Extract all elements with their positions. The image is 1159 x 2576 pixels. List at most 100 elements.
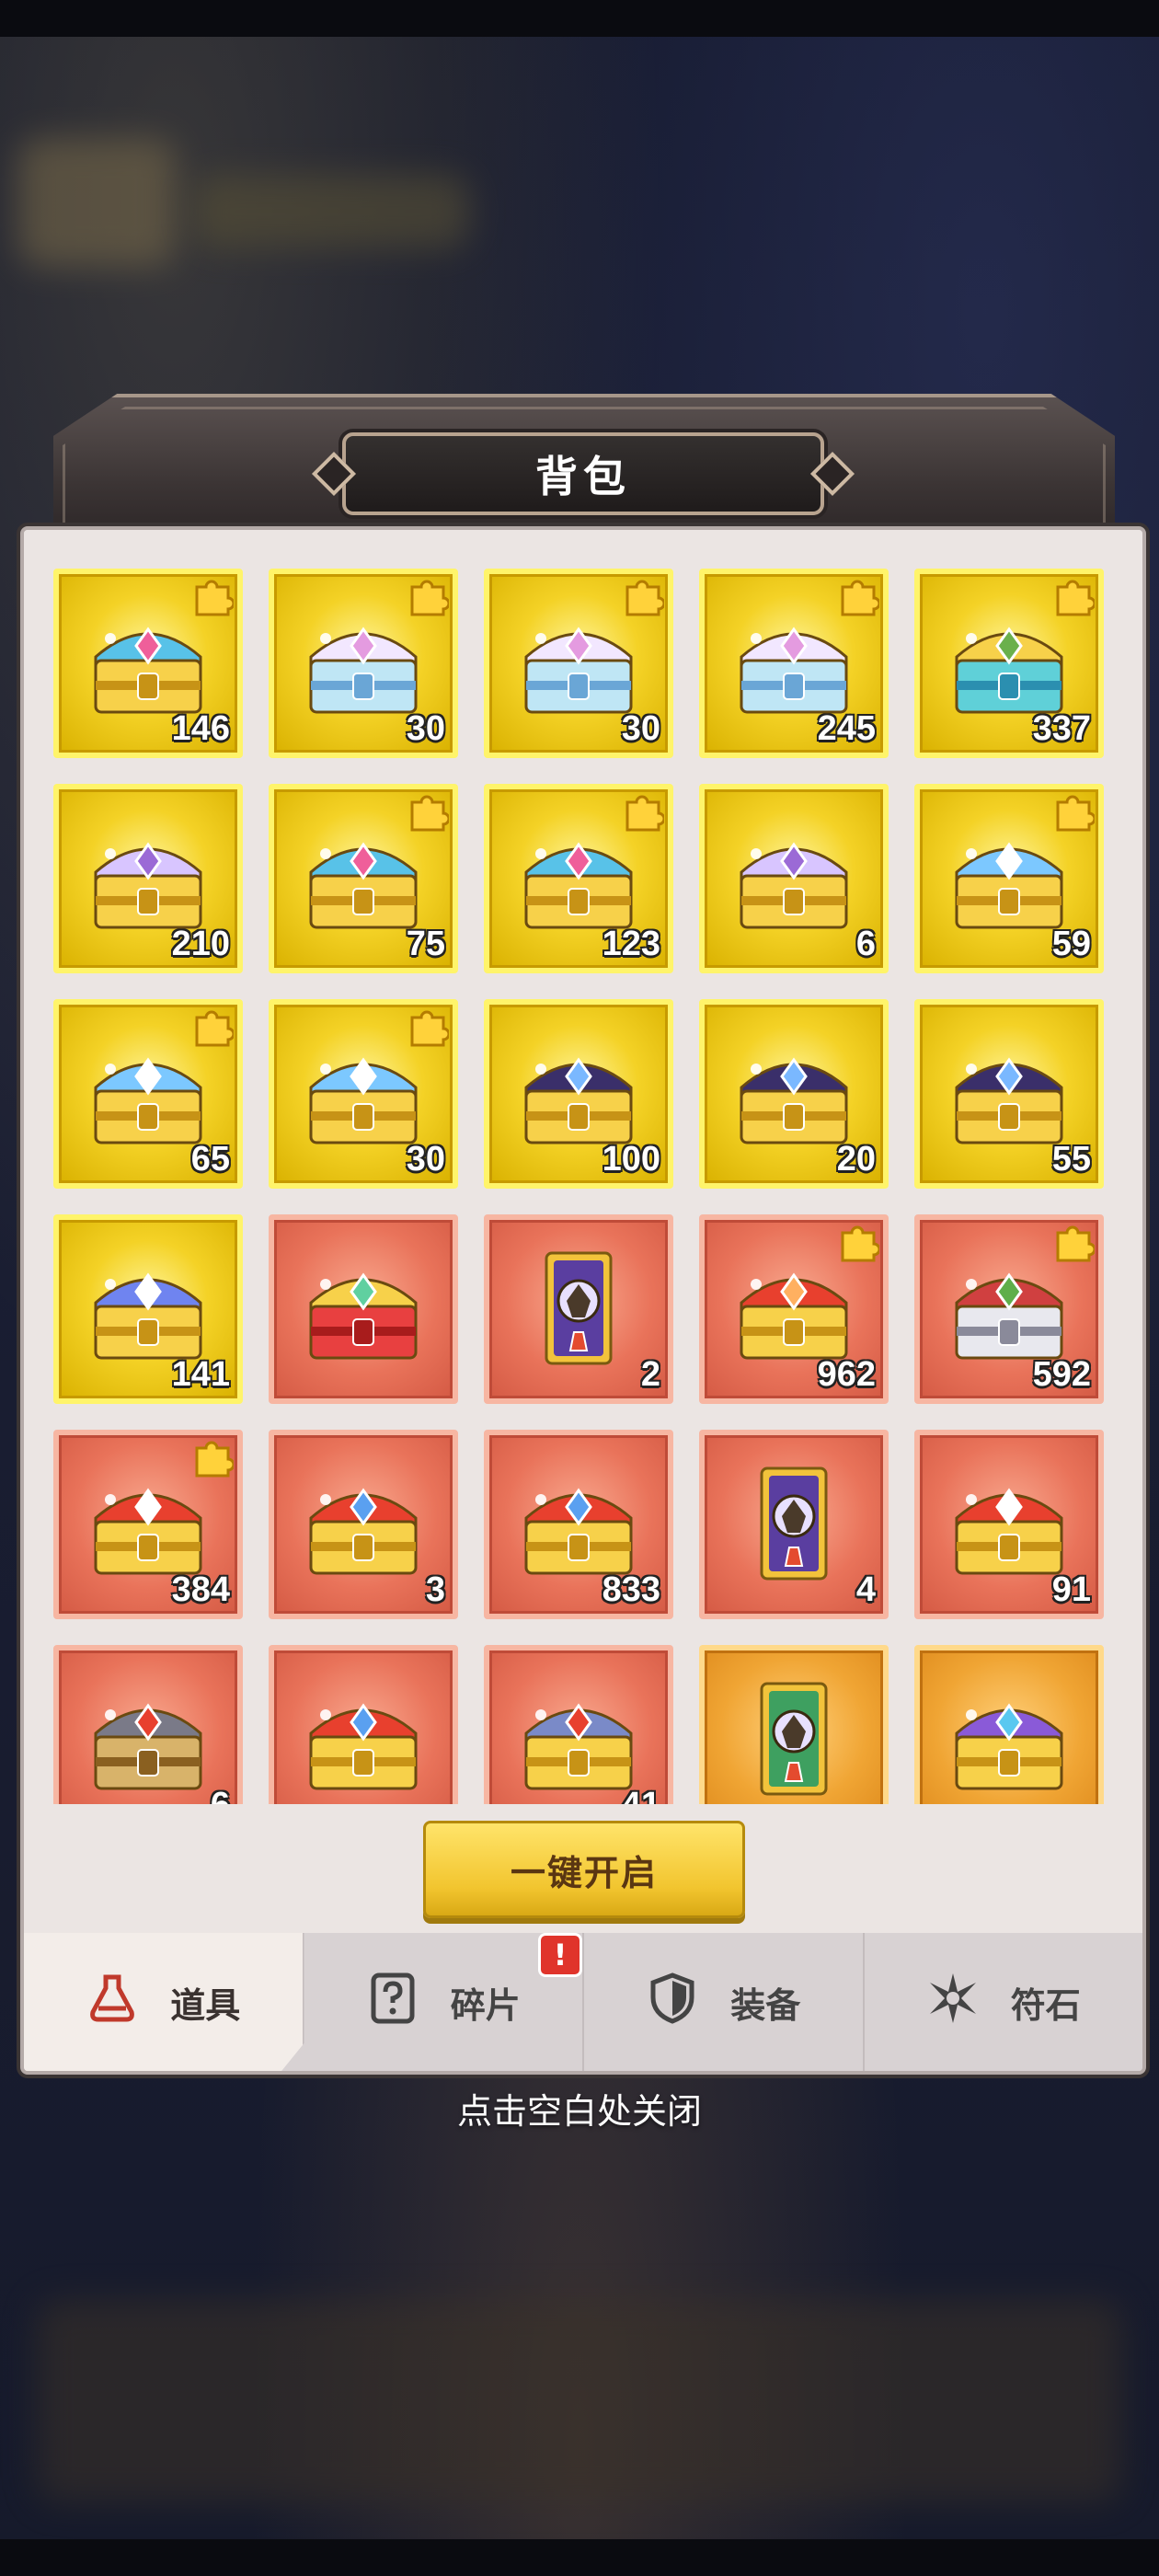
puzzle-piece-icon bbox=[410, 580, 449, 616]
item-grid-scroll[interactable]: 146 30 30 245 337 210 75 123 6 59 65 30 … bbox=[24, 530, 1142, 1804]
backpack-panel: 146 30 30 245 337 210 75 123 6 59 65 30 … bbox=[20, 526, 1146, 2075]
puzzle-piece-icon bbox=[625, 580, 664, 616]
red-crown-check-chest-icon bbox=[94, 1488, 202, 1575]
inventory-item[interactable]: 592 bbox=[914, 1214, 1104, 1404]
inventory-item[interactable]: 55 bbox=[914, 999, 1104, 1189]
inventory-item[interactable]: 30 bbox=[484, 569, 673, 758]
gold-pillar-chest-icon bbox=[309, 1488, 418, 1575]
item-count: 962 bbox=[817, 1355, 876, 1394]
item-count: 3 bbox=[425, 1570, 445, 1609]
close-hint: 点击空白处关闭 bbox=[456, 2091, 702, 2132]
inventory-item[interactable]: 210 bbox=[53, 784, 243, 973]
puzzle-piece-icon bbox=[195, 580, 234, 616]
puzzle-piece-icon bbox=[1056, 1225, 1095, 1262]
puzzle-piece-icon bbox=[195, 1010, 234, 1047]
item-count: 337 bbox=[1032, 709, 1091, 748]
puzzle-piece-icon bbox=[410, 795, 449, 832]
blurred-avatar bbox=[18, 138, 175, 267]
tab-items[interactable]: 道具 bbox=[24, 1933, 304, 2071]
star-red-chest-icon bbox=[955, 1488, 1063, 1575]
puzzle-piece-icon bbox=[841, 1225, 879, 1262]
inventory-item[interactable]: 30 bbox=[269, 569, 458, 758]
purple-crown-chest-icon bbox=[955, 1057, 1063, 1144]
tab-equipment[interactable]: 装备 bbox=[584, 1933, 865, 2071]
item-count: 100 bbox=[602, 1140, 660, 1179]
item-count: 41 bbox=[622, 1786, 660, 1804]
inventory-item[interactable]: 337 bbox=[914, 569, 1104, 758]
star-winged-chest-icon bbox=[309, 1057, 418, 1144]
tab-label: 道具 bbox=[170, 1984, 241, 2026]
item-count: 141 bbox=[171, 1355, 230, 1394]
inventory-item[interactable]: 91 bbox=[914, 1430, 1104, 1619]
crystal-blue-chest-icon bbox=[524, 627, 633, 714]
nav-bar bbox=[0, 2539, 1159, 2576]
item-count: 6 bbox=[855, 925, 876, 963]
item-count: 30 bbox=[406, 1140, 445, 1179]
gem-crown-chest-icon bbox=[94, 627, 202, 714]
action-bar: 一键开启 bbox=[24, 1804, 1142, 1933]
rune-star-icon bbox=[926, 1972, 980, 2033]
puzzle-piece-icon bbox=[841, 580, 879, 616]
inventory-item[interactable]: 41 bbox=[484, 1645, 673, 1804]
hero-card-icon bbox=[545, 1251, 613, 1365]
item-count: 245 bbox=[817, 709, 876, 748]
inventory-item[interactable]: 833 bbox=[484, 1430, 673, 1619]
status-bar bbox=[0, 0, 1159, 37]
hero-card-green-icon bbox=[760, 1682, 828, 1796]
dialog-title-plate: 背包 bbox=[311, 432, 855, 515]
inventory-item[interactable]: 123 bbox=[484, 784, 673, 973]
crystal-blue-chest-icon bbox=[740, 627, 848, 714]
item-count: 146 bbox=[171, 709, 230, 748]
inventory-item[interactable]: 962 bbox=[699, 1214, 889, 1404]
gem-crown-chest-icon bbox=[309, 842, 418, 929]
tab-label: 装备 bbox=[730, 1984, 801, 2026]
item-count: 833 bbox=[602, 1570, 660, 1609]
item-count: 210 bbox=[171, 925, 230, 963]
item-count: 4 bbox=[855, 1570, 876, 1609]
inventory-item[interactable] bbox=[914, 1645, 1104, 1804]
inventory-item[interactable]: 100 bbox=[484, 999, 673, 1189]
inventory-item[interactable]: 4 bbox=[699, 1430, 889, 1619]
item-count: 20 bbox=[836, 1140, 876, 1179]
shield-icon bbox=[646, 1972, 699, 2033]
notification-badge: ! bbox=[538, 1933, 582, 1977]
inventory-item[interactable]: 75 bbox=[269, 784, 458, 973]
inventory-item[interactable]: 59 bbox=[914, 784, 1104, 973]
item-count: 91 bbox=[1051, 1570, 1091, 1609]
silver-treasure-chest-icon bbox=[955, 1272, 1063, 1360]
gear-check-chest-icon bbox=[524, 1703, 633, 1790]
inventory-item[interactable]: 20 bbox=[699, 999, 889, 1189]
inventory-item[interactable]: 245 bbox=[699, 569, 889, 758]
inventory-item[interactable]: 6 bbox=[699, 784, 889, 973]
star-winged-chest-icon bbox=[955, 842, 1063, 929]
item-count: 30 bbox=[621, 709, 660, 748]
inventory-item[interactable]: 3 bbox=[269, 1430, 458, 1619]
item-count: 75 bbox=[406, 925, 445, 963]
winged-blue-chest-icon bbox=[94, 1272, 202, 1360]
pearl-check-chest-icon bbox=[94, 842, 202, 929]
blurred-player-info bbox=[193, 175, 469, 248]
gold-pillar-chest-icon bbox=[524, 1488, 633, 1575]
inventory-item[interactable]: 2 bbox=[484, 1214, 673, 1404]
open-all-button[interactable]: 一键开启 bbox=[423, 1821, 745, 1918]
item-count: 55 bbox=[1051, 1140, 1091, 1179]
purple-crown-chest-icon bbox=[740, 1057, 848, 1144]
inventory-item[interactable]: 141 bbox=[53, 1214, 243, 1404]
inventory-item[interactable]: 6 bbox=[53, 1645, 243, 1804]
inventory-item[interactable]: 30 bbox=[269, 999, 458, 1189]
item-count: 59 bbox=[1051, 925, 1091, 963]
inventory-item[interactable]: 65 bbox=[53, 999, 243, 1189]
inventory-item[interactable]: 146 bbox=[53, 569, 243, 758]
dialog-title: 背包 bbox=[535, 452, 631, 501]
purple-crown-chest-icon bbox=[524, 1057, 633, 1144]
tab-label: 符石 bbox=[1010, 1984, 1081, 2026]
inventory-item[interactable]: 384 bbox=[53, 1430, 243, 1619]
potion-flask-icon bbox=[86, 1972, 139, 2033]
inventory-item[interactable] bbox=[699, 1645, 889, 1804]
tab-bar: 道具 碎片! 装备 符石 bbox=[24, 1933, 1142, 2071]
tab-fragments[interactable]: 碎片! bbox=[304, 1933, 584, 2071]
tab-runes[interactable]: 符石 bbox=[865, 1933, 1143, 2071]
inventory-item[interactable] bbox=[269, 1645, 458, 1804]
gem-crown-chest-icon bbox=[524, 842, 633, 929]
inventory-item[interactable] bbox=[269, 1214, 458, 1404]
